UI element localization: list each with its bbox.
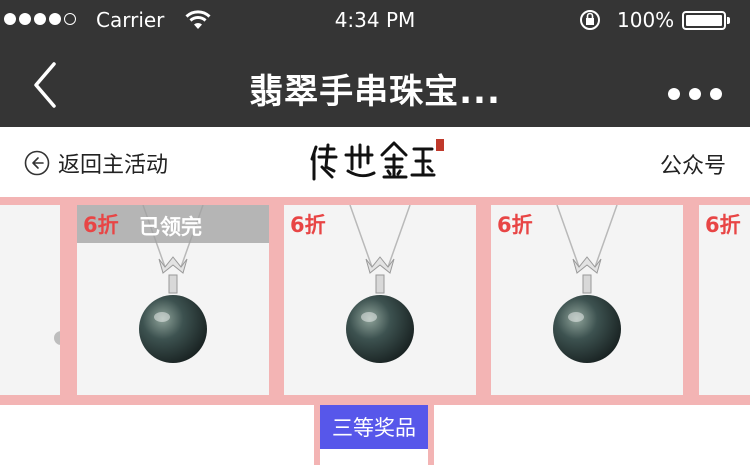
prize-card[interactable]: 6折 (284, 205, 476, 395)
prize-card[interactable]: 6折 (699, 205, 750, 395)
prize-card[interactable] (0, 205, 60, 395)
brand-logo (310, 139, 444, 181)
prize-card[interactable]: 6折 (491, 205, 683, 395)
rotation-lock-icon (580, 10, 600, 30)
sub-header: 返回主活动 公众号 (0, 127, 750, 197)
battery-percent: 100% (617, 8, 675, 32)
nav-bar: 翡翠手串珠宝... (0, 40, 750, 127)
official-account-link[interactable]: 公众号 (660, 148, 726, 180)
return-main-activity-label: 返回主活动 (58, 153, 169, 178)
battery-icon (682, 11, 730, 30)
claimed-status: 已领完 (139, 215, 202, 239)
page-title: 翡翠手串珠宝... (249, 72, 501, 112)
discount-badge: 6折 (290, 213, 326, 237)
prize-card[interactable]: 6折 已领完 (77, 205, 269, 395)
pearl-pendant-image (553, 205, 621, 363)
more-button[interactable] (668, 88, 722, 100)
return-main-activity-button[interactable]: 返回主活动 (24, 147, 168, 179)
discount-badge: 6折 (497, 213, 533, 237)
pearl-pendant-image (346, 205, 414, 363)
arrow-left-circle-icon (24, 150, 50, 176)
prize-tier-label: 三等奖品 (320, 405, 428, 449)
status-bar: Carrier 4:34 PM 100% (0, 0, 750, 40)
prize-carousel[interactable]: 6折 已领完 6折 6折 6折 (0, 197, 750, 405)
tier-post-right (428, 405, 434, 465)
ellipsis-icon (668, 88, 680, 100)
carousel-indicator (54, 331, 60, 345)
discount-badge: 6折 (705, 213, 741, 237)
discount-badge: 6折 (83, 213, 119, 237)
